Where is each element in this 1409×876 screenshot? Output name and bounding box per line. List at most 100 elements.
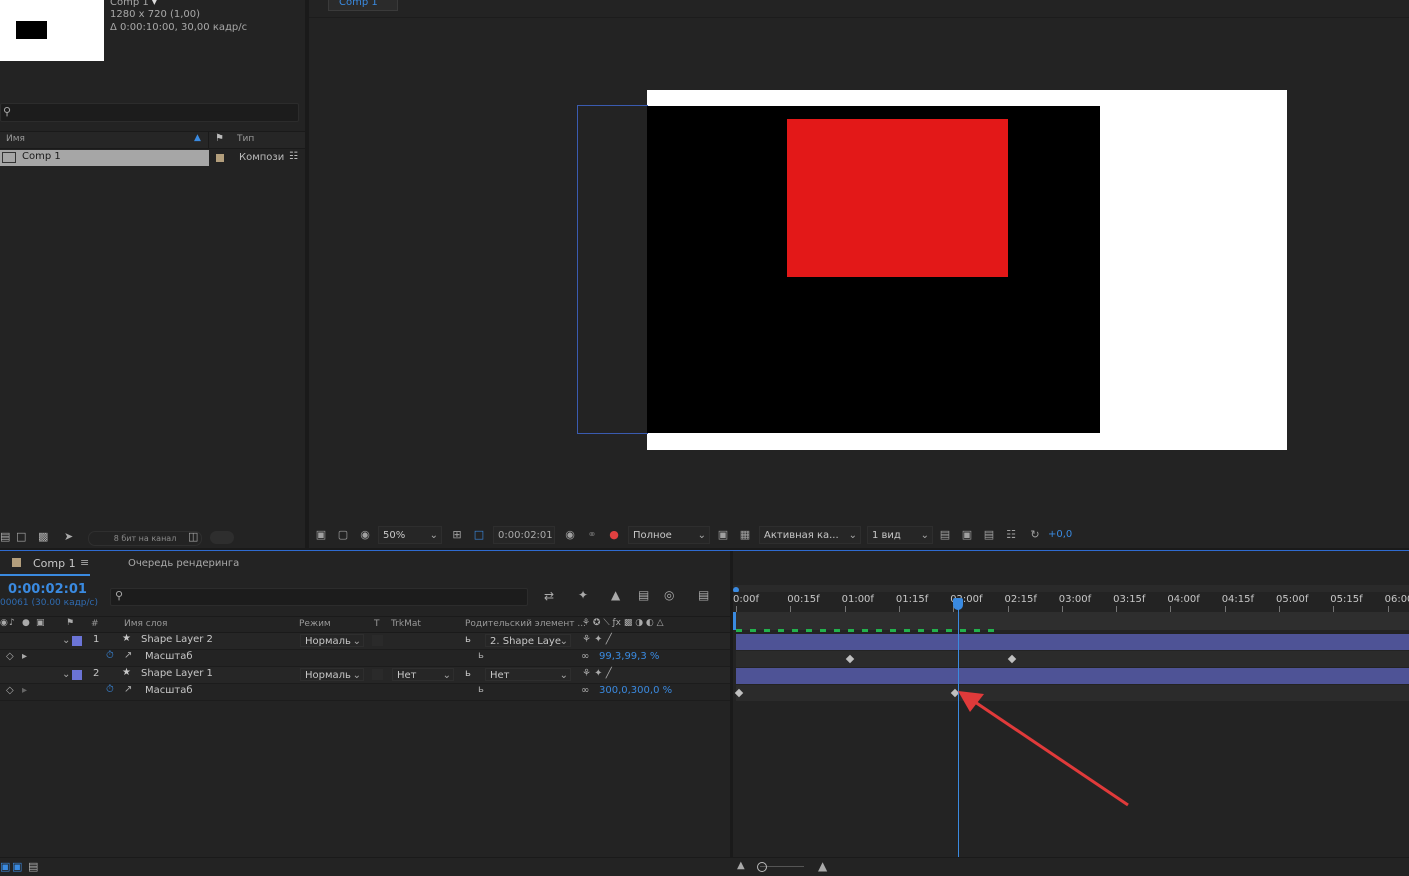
preserve-transparency-checkbox[interactable] <box>372 669 383 680</box>
trash-icon[interactable]: ◫ <box>188 530 198 543</box>
timeline-search-input[interactable]: ⚲ <box>110 588 528 606</box>
draft-3d-icon[interactable]: ✦ <box>578 588 588 602</box>
show-snapshot-icon[interactable]: ⚭ <box>585 528 599 542</box>
views-dropdown[interactable]: 1 вид ⌄ <box>867 526 933 544</box>
layer-name[interactable]: Shape Layer 2 <box>141 634 213 645</box>
layer-name[interactable]: Shape Layer 1 <box>141 668 213 679</box>
comp-flowchart-icon[interactable]: ▤ <box>982 528 996 542</box>
col-mode-header[interactable]: Режим <box>299 619 331 629</box>
layer-row[interactable]: ⌄ 2 ★ Shape Layer 1 Нормаль ⌄ Нет ⌄ ь Нет ⌄… <box>0 667 730 684</box>
trkmat-dropdown[interactable]: Нет ⌄ <box>392 668 454 681</box>
timeline-icon[interactable]: ▣ <box>960 528 974 542</box>
col-trkmat-header[interactable]: TrkMat <box>391 619 421 629</box>
current-time-display[interactable]: 0:00:02:01 <box>8 582 87 597</box>
comp-mini-flowchart-icon[interactable]: ⇄ <box>544 589 554 603</box>
col-num-header[interactable]: # <box>91 619 99 629</box>
parent-dropdown[interactable]: Нет ⌄ <box>485 668 571 681</box>
reset-exposure-icon[interactable]: ↻ <box>1028 528 1042 542</box>
interpret-footage-icon[interactable]: ▤ <box>0 530 10 543</box>
label-column-icon[interactable]: ⚑ <box>66 618 74 628</box>
expression-pickwhip-icon[interactable]: ь <box>478 684 484 695</box>
zoom-out-icon[interactable]: ▲ <box>737 860 745 871</box>
layer-label-color[interactable] <box>72 670 82 680</box>
modes-toggle-icon[interactable]: ▣ <box>12 860 22 873</box>
stopwatch-icon[interactable]: ⏱ <box>106 684 114 695</box>
shy-layers-icon[interactable]: ▲ <box>611 588 620 602</box>
layer-switches[interactable]: ⚘ ✦ ╱ <box>582 668 612 679</box>
stopwatch-icon[interactable]: ⏱ <box>106 650 114 661</box>
scale-value[interactable]: 300,0,300,0 % <box>599 685 672 696</box>
sort-up-icon[interactable]: ▲ <box>194 133 201 143</box>
transparency-grid-icon[interactable]: ▦ <box>738 528 752 542</box>
twirl-open-icon[interactable]: ⌄ <box>62 669 70 680</box>
expression-pickwhip-icon[interactable]: ь <box>478 650 484 661</box>
blend-mode-dropdown[interactable]: Нормаль ⌄ <box>300 634 364 647</box>
col-layer-name-header[interactable]: Имя слоя <box>124 619 167 629</box>
motion-blur-icon[interactable]: ◎ <box>664 588 674 602</box>
project-search-input[interactable]: ⚲ <box>0 103 299 122</box>
solo-column-icon[interactable]: ● <box>22 618 30 628</box>
next-keyframe-icon[interactable]: ▸ <box>22 651 27 662</box>
layer-duration-bar[interactable] <box>736 668 1409 684</box>
camera-snapshot-icon[interactable]: ◉ <box>563 528 577 542</box>
monitor-icon[interactable]: ▢ <box>336 528 350 542</box>
camera-dropdown[interactable]: Активная ка... ⌄ <box>759 526 861 544</box>
current-time-indicator[interactable] <box>953 598 963 610</box>
zoom-slider-handle[interactable] <box>757 862 767 872</box>
work-area-bar[interactable] <box>733 585 1409 592</box>
render-icon[interactable]: ➤ <box>64 530 73 543</box>
color-channels-icon[interactable]: ● <box>607 528 621 542</box>
audio-column-icon[interactable]: ♪ <box>9 618 15 628</box>
scale-value[interactable]: 99,3,99,3 % <box>599 651 659 662</box>
region-of-interest-icon[interactable]: □ <box>472 528 486 542</box>
always-preview-icon[interactable]: ▣ <box>314 528 328 542</box>
zoom-dropdown[interactable]: 50% ⌄ <box>378 526 442 544</box>
blend-mode-dropdown[interactable]: Нормаль ⌄ <box>300 668 364 681</box>
exposure-value[interactable]: +0,0 <box>1048 526 1072 544</box>
fast-previews-icon[interactable]: ▣ <box>716 528 730 542</box>
toggle-pixel-aspect-icon[interactable]: ▤ <box>938 528 952 542</box>
constrain-proportions-icon[interactable]: ∞ <box>581 685 589 696</box>
project-item-comp[interactable]: Comp 1 <box>0 150 209 166</box>
project-comp-name[interactable]: Comp 1 ▾ <box>110 0 157 8</box>
render-queue-tab[interactable]: Очередь рендеринга <box>128 558 239 569</box>
resolution-dropdown[interactable]: Полное ⌄ <box>628 526 710 544</box>
col-name-header[interactable]: Имя <box>6 134 25 144</box>
visibility-column-icon[interactable]: ◉ <box>0 618 8 628</box>
col-type-header[interactable]: Тип <box>237 134 254 144</box>
flowchart-icon[interactable]: ☷ <box>289 151 298 162</box>
bit-depth-button[interactable]: 8 бит на канал <box>88 531 202 546</box>
twirl-open-icon[interactable]: ⌄ <box>62 635 70 646</box>
preserve-transparency-checkbox[interactable] <box>372 635 383 646</box>
layer-switches[interactable]: ⚘ ✦ ╱ <box>582 634 612 645</box>
graph-icon[interactable]: ↗ <box>124 684 132 695</box>
property-row-scale[interactable]: ◇ ▸ ⏱ ↗ Масштаб ь ∞ 99,3,99,3 % <box>0 650 730 667</box>
lock-column-icon[interactable]: ▣ <box>36 618 45 628</box>
layer-label-color[interactable] <box>72 636 82 646</box>
switches-column-icons[interactable]: ⚘ ✪ ⟍ ƒx ▩ ◑ ◐ △ <box>582 618 664 628</box>
frame-blending-icon[interactable]: ▤ <box>638 588 649 602</box>
mask-icon[interactable]: ◉ <box>358 528 372 542</box>
keyframe-nav-icon[interactable]: ◇ <box>6 685 14 696</box>
flowchart-icon[interactable]: ☷ <box>1004 528 1018 542</box>
parent-pickwhip-icon[interactable]: ь <box>465 668 471 679</box>
zoom-in-icon[interactable]: ▲ <box>818 859 827 873</box>
layer-switches-toggle-icon[interactable]: ▣ <box>0 860 10 873</box>
chevron-down-icon[interactable]: ▾ <box>152 0 157 8</box>
keyframe-nav-icon[interactable]: ◇ <box>6 651 14 662</box>
menu-icon[interactable]: ≡ <box>80 556 89 569</box>
property-row-scale[interactable]: ◇ ▸ ⏱ ↗ Масштаб ь ∞ 300,0,300,0 % <box>0 684 730 701</box>
viewer-timecode[interactable]: 0:00:02:01 <box>493 526 555 544</box>
label-color-swatch[interactable] <box>216 154 224 162</box>
parent-dropdown[interactable]: 2. Shape Laye ⌄ <box>485 634 571 647</box>
grid-icon[interactable]: ⊞ <box>450 528 464 542</box>
viewer-tab-comp[interactable]: Comp 1 <box>328 0 398 11</box>
graph-editor-icon[interactable]: ▤ <box>698 588 709 602</box>
new-comp-icon[interactable]: ▩ <box>38 530 48 543</box>
toggle-switch[interactable] <box>210 531 234 544</box>
label-tag-icon[interactable]: ⚑ <box>215 133 224 144</box>
next-keyframe-icon[interactable]: ▸ <box>22 685 27 696</box>
red-shape[interactable] <box>787 119 1008 277</box>
col-parent-header[interactable]: Родительский элемент ... <box>465 619 586 629</box>
graph-icon[interactable]: ↗ <box>124 650 132 661</box>
